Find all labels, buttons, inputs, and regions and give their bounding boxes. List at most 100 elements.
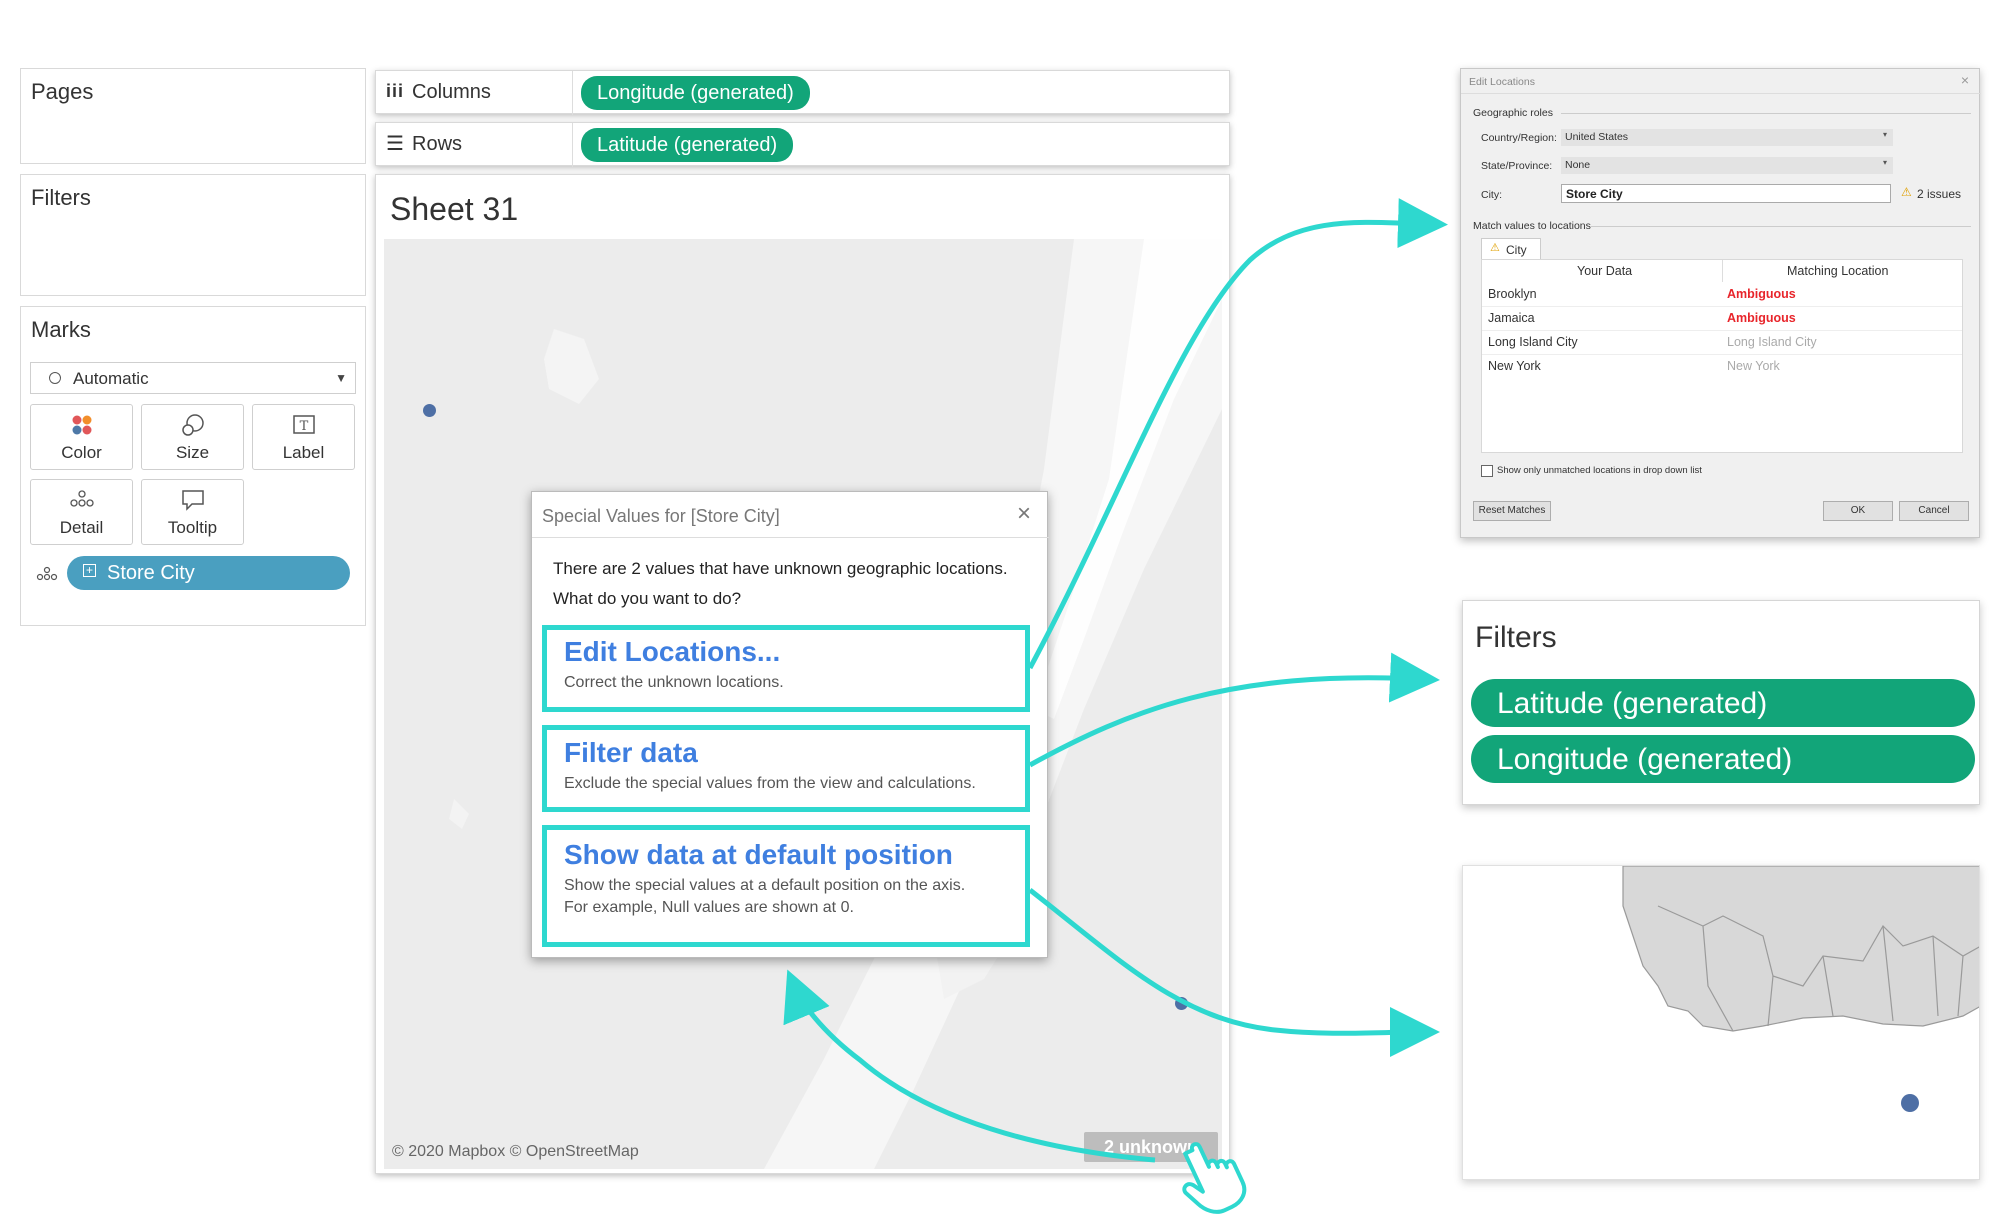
tooltip-icon (142, 488, 243, 512)
size-icon (142, 413, 243, 437)
row-your-data: Long Island City (1488, 335, 1578, 349)
reset-matches-button[interactable]: Reset Matches (1473, 501, 1551, 521)
marks-title: Marks (31, 317, 91, 342)
city-field-value: Store City (1566, 187, 1623, 201)
detail-card[interactable]: Detail (30, 479, 133, 545)
city-tab[interactable]: ⚠ City (1481, 238, 1541, 260)
row-matching-location[interactable]: Ambiguous (1727, 311, 1796, 325)
tooltip-card[interactable]: Tooltip (141, 479, 244, 545)
geographic-roles-label: Geographic roles (1473, 107, 1553, 119)
mark-type-label: Automatic (73, 369, 149, 388)
dialog-message-line1: There are 2 values that have unknown geo… (553, 559, 1008, 578)
city-label: City: (1481, 189, 1502, 201)
edit-locations-dialog: Edit Locations × Geographic roles Countr… (1460, 68, 1981, 538)
mark-type-dropdown[interactable]: Automatic ▼ (30, 362, 356, 394)
country-label: Country/Region: (1481, 132, 1557, 144)
color-card[interactable]: Color (30, 404, 133, 470)
highlight-default-position (542, 825, 1030, 947)
issues-count[interactable]: 2 issues (1917, 187, 1961, 201)
map-attribution: © 2020 Mapbox © OpenStreetMap (392, 1143, 639, 1160)
filter-pill-longitude[interactable]: Longitude (generated) (1471, 735, 1975, 783)
rows-shelf: ☰ Rows Latitude (generated) (375, 122, 1230, 167)
rows-label: Rows (412, 133, 463, 155)
marks-panel: Marks Automatic ▼ Color Size T Label Det… (20, 306, 366, 626)
color-icon (31, 413, 132, 437)
state-label: State/Province: (1481, 160, 1553, 172)
row-matching-location[interactable]: Ambiguous (1727, 287, 1796, 301)
columns-shelf: iii Columns Longitude (generated) (375, 70, 1230, 115)
columns-icon: iii (386, 81, 405, 101)
warning-icon: ⚠ (1490, 242, 1500, 254)
row-matching-location[interactable]: Long Island City (1727, 335, 1817, 349)
table-row[interactable]: Long Island City Long Island City (1482, 330, 1962, 355)
cancel-button[interactable]: Cancel (1899, 501, 1969, 521)
label-card[interactable]: T Label (252, 404, 355, 470)
table-row[interactable]: New York New York (1482, 354, 1962, 378)
filters-callout: Filters Latitude (generated) Longitude (… (1462, 600, 1980, 805)
size-card-label: Size (175, 443, 210, 462)
data-point[interactable] (1901, 1094, 1919, 1112)
tooltip-card-label: Tooltip (167, 518, 218, 537)
match-table: Your Data Matching Location Brooklyn Amb… (1481, 259, 1963, 453)
detail-mark-icon (35, 565, 59, 588)
detail-card-label: Detail (59, 518, 104, 537)
city-tab-label: City (1506, 243, 1527, 257)
row-your-data: Brooklyn (1488, 287, 1537, 301)
data-point[interactable] (423, 404, 436, 417)
edit-locations-title: Edit Locations (1469, 76, 1535, 88)
svg-text:T: T (299, 419, 308, 434)
rows-latitude-pill[interactable]: Latitude (generated) (581, 128, 794, 162)
country-select[interactable]: United States ▾ (1561, 129, 1893, 146)
filter-pill-latitude[interactable]: Latitude (generated) (1471, 679, 1975, 727)
row-matching-location[interactable]: New York (1727, 359, 1780, 373)
unmatched-checkbox[interactable] (1481, 465, 1493, 477)
filters-panel: Filters (20, 174, 366, 296)
pages-panel: Pages (20, 68, 366, 164)
highlight-edit-locations (542, 625, 1030, 712)
hand-pointer-icon (1182, 1142, 1247, 1214)
filter-pill-latitude-label: Latitude (generated) (1497, 687, 1768, 720)
columns-longitude-pill[interactable]: Longitude (generated) (581, 76, 810, 110)
column-header-your-data: Your Data (1577, 264, 1633, 278)
ok-button[interactable]: OK (1823, 501, 1893, 521)
columns-label: Columns (412, 81, 491, 103)
state-select-value: None (1565, 159, 1591, 171)
sheet-title: Sheet 31 (390, 191, 519, 227)
close-icon[interactable]: × (1017, 500, 1031, 528)
highlight-filter-data (542, 725, 1030, 812)
expand-icon[interactable]: + (83, 564, 96, 577)
circle-icon (49, 372, 61, 384)
label-card-label: Label (282, 443, 325, 462)
detail-icon (31, 488, 132, 510)
text-label-icon: T (253, 413, 354, 437)
country-select-value: United States (1565, 131, 1629, 143)
filters-title: Filters (31, 185, 91, 210)
table-row[interactable]: Jamaica Ambiguous (1482, 306, 1962, 331)
store-city-pill-label: Store City (107, 562, 195, 584)
row-your-data: Jamaica (1488, 311, 1535, 325)
unmatched-checkbox-label: Show only unmatched locations in drop do… (1497, 465, 1702, 476)
table-row[interactable]: Brooklyn Ambiguous (1482, 282, 1962, 307)
state-select[interactable]: None ▾ (1561, 157, 1893, 174)
chevron-down-icon: ▾ (1882, 130, 1887, 139)
default-position-map-callout (1462, 865, 1980, 1180)
match-values-label: Match values to locations (1473, 220, 1591, 232)
data-point[interactable] (1175, 997, 1188, 1010)
warning-icon: ⚠ (1901, 185, 1912, 199)
filters-callout-title: Filters (1475, 621, 1557, 654)
store-city-mark-pill[interactable]: + Store City (67, 556, 350, 590)
dialog-title: Special Values for [Store City] (542, 506, 780, 526)
pages-title: Pages (31, 79, 94, 104)
filter-pill-longitude-label: Longitude (generated) (1497, 743, 1793, 776)
size-card[interactable]: Size (141, 404, 244, 470)
chevron-down-icon: ▾ (1882, 158, 1887, 167)
row-your-data: New York (1488, 359, 1541, 373)
rows-icon: ☰ (386, 133, 404, 155)
color-card-label: Color (61, 443, 102, 462)
city-field[interactable]: Store City (1561, 184, 1891, 203)
column-header-matching-location: Matching Location (1787, 264, 1889, 278)
dialog-message-line2: What do you want to do? (553, 589, 742, 608)
africa-map (1622, 866, 1979, 1032)
chevron-down-icon: ▼ (335, 371, 347, 385)
close-icon[interactable]: × (1961, 72, 1969, 88)
